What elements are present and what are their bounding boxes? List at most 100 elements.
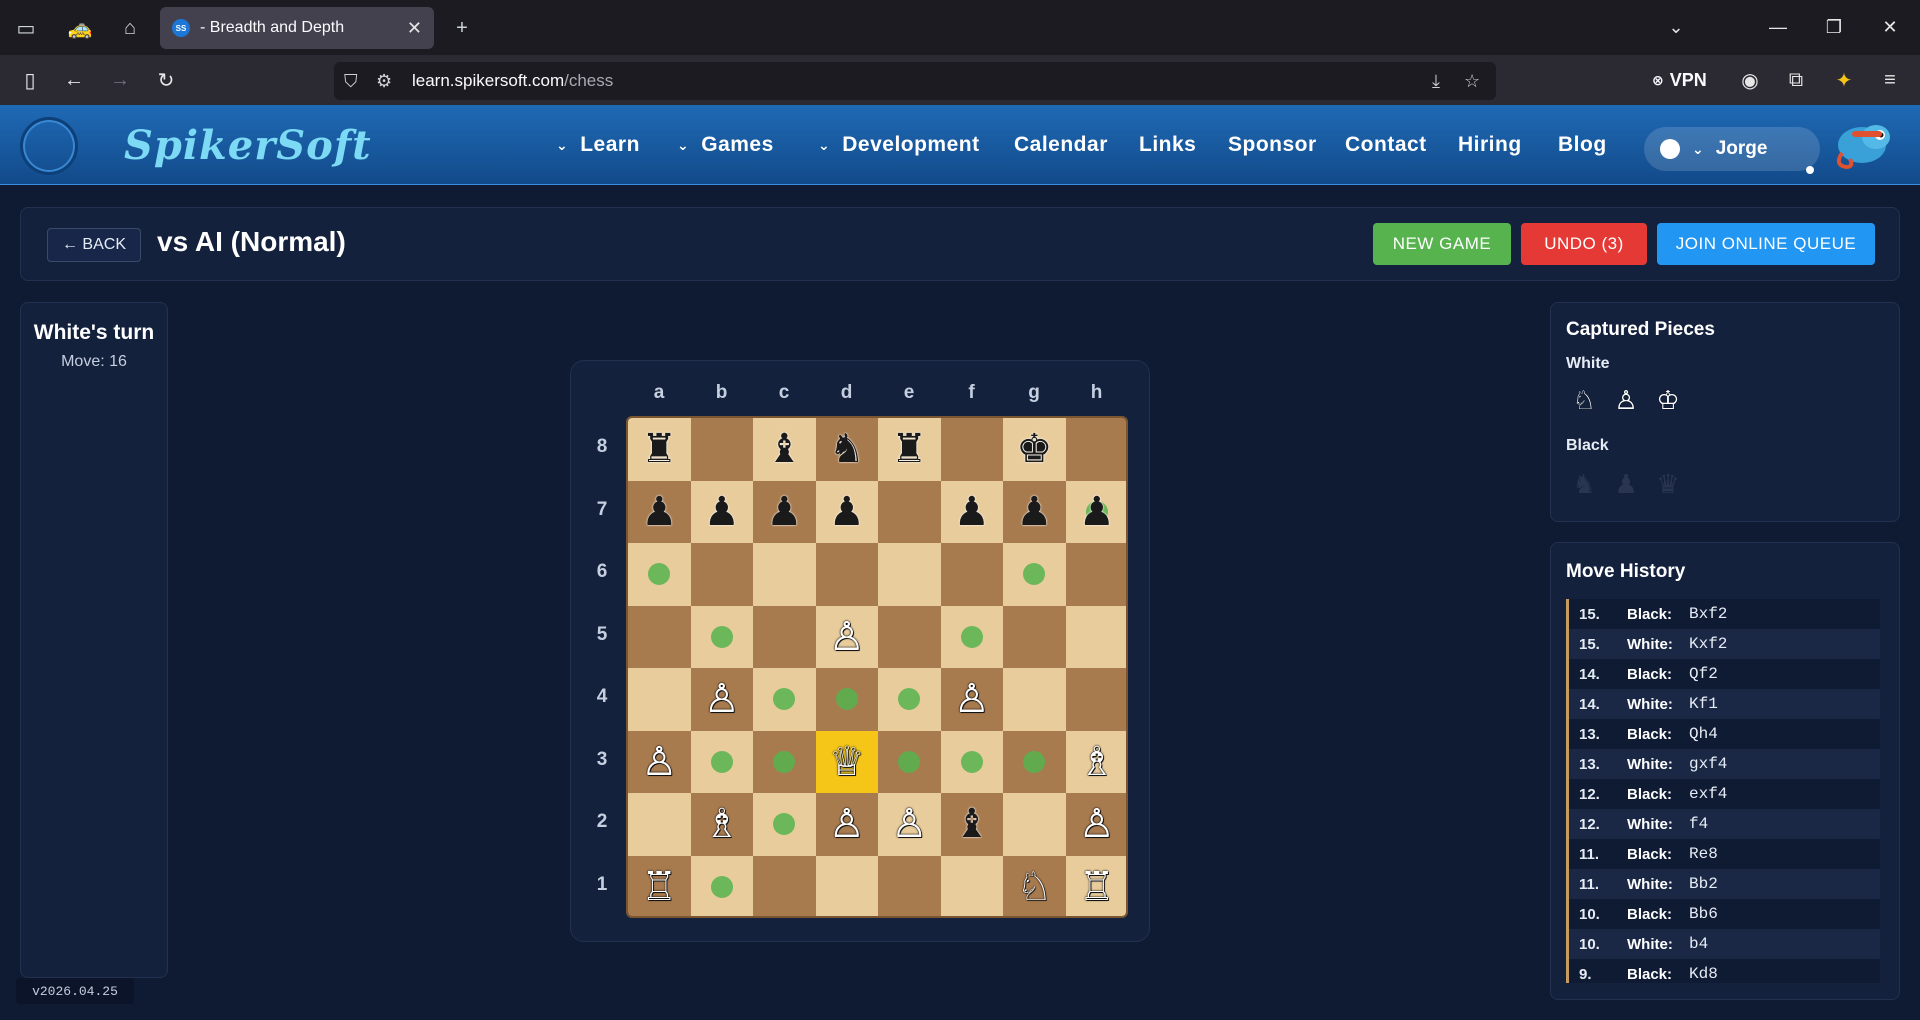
account-icon[interactable]: ◉ [1730, 60, 1770, 100]
black-pawn-icon[interactable]: ♟ [704, 492, 740, 532]
move-hint-dot[interactable] [1023, 750, 1046, 773]
tab-overview-icon[interactable]: ▭ [6, 8, 46, 48]
minimize-icon[interactable]: — [1750, 0, 1806, 55]
square-f4[interactable]: ♙ [940, 668, 1003, 731]
nav-development[interactable]: ⌄ Development [818, 105, 980, 185]
square-f7[interactable]: ♟ [940, 480, 1003, 543]
black-bishop-icon[interactable]: ♝ [766, 429, 802, 469]
join-online-queue-button[interactable]: JOIN ONLINE QUEUE [1657, 223, 1875, 265]
black-pawn-icon[interactable]: ♟ [641, 492, 677, 532]
restore-icon[interactable]: ❐ [1806, 0, 1862, 55]
bookmark-star-icon[interactable]: ☆ [1464, 71, 1480, 92]
move-hint-dot[interactable] [898, 750, 921, 773]
square-g6[interactable] [1003, 543, 1066, 606]
black-pawn-icon[interactable]: ♟ [766, 492, 802, 532]
square-a2[interactable] [628, 793, 691, 856]
black-king-icon[interactable]: ♚ [1016, 429, 1052, 469]
brand-logo[interactable]: SpikerSoft [124, 122, 372, 169]
square-h1[interactable]: ♖ [1065, 855, 1126, 916]
undo-button[interactable]: UNDO (3) [1521, 223, 1647, 265]
black-rook-icon[interactable]: ♜ [641, 429, 677, 469]
square-f5[interactable] [940, 605, 1003, 668]
move-hint-dot[interactable] [648, 563, 671, 586]
tab-active[interactable]: SS - Breadth and Depth ✕ [160, 7, 434, 49]
square-d1[interactable] [815, 855, 878, 916]
white-pawn-icon[interactable]: ♙ [829, 617, 865, 657]
square-c8[interactable]: ♝ [753, 418, 816, 481]
square-e6[interactable] [878, 543, 941, 606]
square-g3[interactable] [1003, 730, 1066, 793]
history-row[interactable]: 13. White: gxf4 [1566, 749, 1880, 779]
white-queen-icon[interactable]: ♕ [829, 742, 865, 782]
square-f2[interactable]: ♝ [940, 793, 1003, 856]
move-hint-dot[interactable] [773, 813, 796, 836]
square-a5[interactable] [628, 605, 691, 668]
chess-board[interactable]: ♜ ♝ ♞ ♜ ♚ ♟ ♟ ♟ ♟ ♟ ♟ ♟ ♙ ♙ ♙ ♙ ♕ ♗ ♗ ♙ ♙ ♝ ♙ ♖ ♘ ♖ [626, 416, 1128, 918]
new-tab-icon[interactable]: + [442, 8, 482, 48]
history-row[interactable]: 12. Black: exf4 [1566, 779, 1880, 809]
move-hint-dot[interactable] [835, 688, 858, 711]
square-b2[interactable]: ♗ [690, 793, 753, 856]
black-bishop-icon[interactable]: ♝ [954, 804, 990, 844]
move-hint-dot[interactable] [1023, 563, 1046, 586]
white-pawn-icon[interactable]: ♙ [954, 679, 990, 719]
move-hint-dot[interactable] [710, 625, 733, 648]
history-row[interactable]: 14. Black: Qf2 [1566, 659, 1880, 689]
chameleon-mascot-icon[interactable] [1832, 113, 1898, 175]
nav-sponsor[interactable]: Sponsor [1228, 105, 1317, 185]
square-f3[interactable] [940, 730, 1003, 793]
square-h5[interactable] [1065, 605, 1126, 668]
square-c4[interactable] [753, 668, 816, 731]
square-d6[interactable] [815, 543, 878, 606]
square-b6[interactable] [690, 543, 753, 606]
move-hint-dot[interactable] [710, 875, 733, 898]
url-bar[interactable]: ⛉ ⚙ learn.spikersoft.com/chess ⤓ ☆ [334, 62, 1496, 100]
square-c2[interactable] [753, 793, 816, 856]
history-row[interactable]: 9. Black: Kd8 [1566, 959, 1880, 983]
square-a6[interactable] [628, 543, 691, 606]
white-pawn-icon[interactable]: ♙ [891, 804, 927, 844]
move-hint-dot[interactable] [773, 750, 796, 773]
square-g1[interactable]: ♘ [1003, 855, 1066, 916]
close-window-icon[interactable]: ✕ [1862, 0, 1918, 55]
extension-badge-icon[interactable]: ✦ [1824, 60, 1864, 100]
square-b3[interactable] [690, 730, 753, 793]
square-e2[interactable]: ♙ [878, 793, 941, 856]
square-h2[interactable]: ♙ [1065, 793, 1126, 856]
history-row[interactable]: 12. White: f4 [1566, 809, 1880, 839]
square-h7[interactable]: ♟ [1065, 480, 1126, 543]
square-d7[interactable]: ♟ [815, 480, 878, 543]
square-d5[interactable]: ♙ [815, 605, 878, 668]
square-g4[interactable] [1003, 668, 1066, 731]
square-g5[interactable] [1003, 605, 1066, 668]
square-c5[interactable] [753, 605, 816, 668]
square-e1[interactable] [878, 855, 941, 916]
site-permissions-icon[interactable]: ⚙ [376, 71, 392, 92]
white-rook-icon[interactable]: ♖ [1079, 867, 1115, 907]
square-g7[interactable]: ♟ [1003, 480, 1066, 543]
history-row[interactable]: 11. White: Bb2 [1566, 869, 1880, 899]
square-b4[interactable]: ♙ [690, 668, 753, 731]
forward-arrow-icon[interactable]: → [100, 60, 140, 100]
square-h8[interactable] [1065, 418, 1126, 481]
white-pawn-icon[interactable]: ♙ [704, 679, 740, 719]
back-button[interactable]: ← BACK [47, 228, 141, 262]
square-c6[interactable] [753, 543, 816, 606]
square-h4[interactable] [1065, 668, 1126, 731]
nav-contact[interactable]: Contact [1345, 105, 1427, 185]
square-b1[interactable] [690, 855, 753, 916]
move-hint-dot[interactable] [710, 750, 733, 773]
move-hint-dot[interactable] [960, 625, 983, 648]
tab-list-chevron-icon[interactable]: ⌄ [1648, 0, 1704, 55]
square-b5[interactable] [690, 605, 753, 668]
square-d8[interactable]: ♞ [815, 418, 878, 481]
history-row[interactable]: 10. White: b4 [1566, 929, 1880, 959]
square-f8[interactable] [940, 418, 1003, 481]
white-pawn-icon[interactable]: ♙ [829, 804, 865, 844]
history-row[interactable]: 11. Black: Re8 [1566, 839, 1880, 869]
shield-icon[interactable]: ⛉ [344, 71, 358, 92]
black-pawn-icon[interactable]: ♟ [829, 492, 865, 532]
hamburger-menu-icon[interactable]: ≡ [1870, 60, 1910, 100]
black-rook-icon[interactable]: ♜ [891, 429, 927, 469]
black-knight-icon[interactable]: ♞ [829, 429, 865, 469]
